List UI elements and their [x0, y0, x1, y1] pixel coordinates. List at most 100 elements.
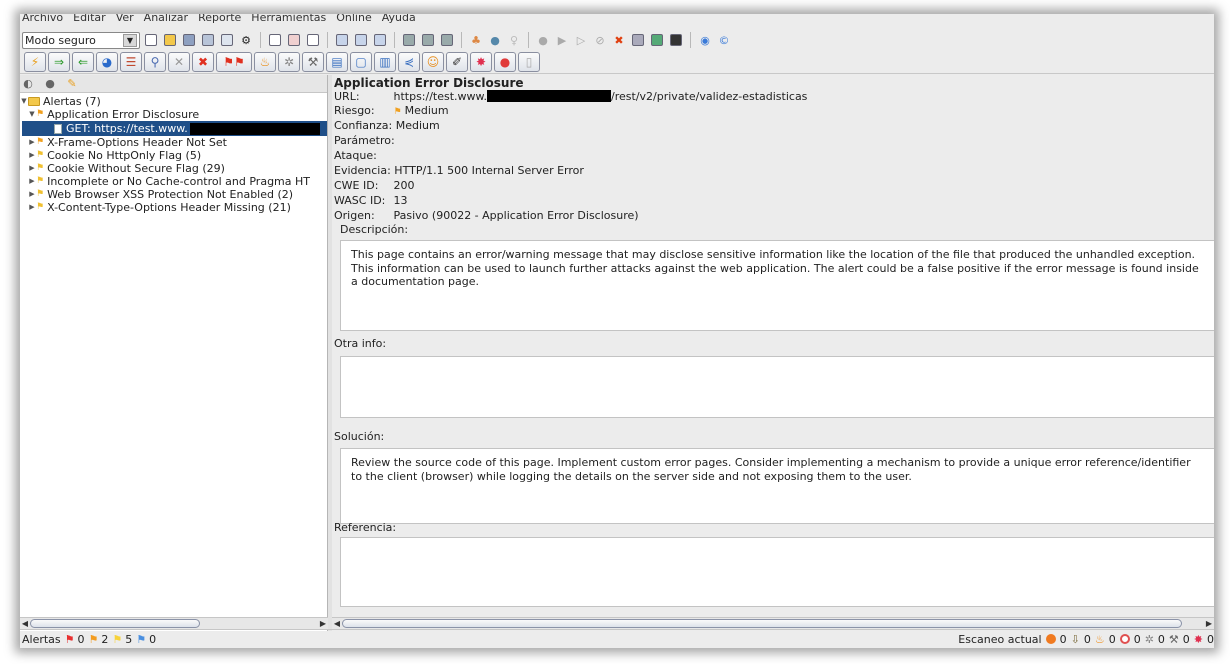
chevron-down-icon[interactable]: ▼ [123, 33, 137, 47]
url-label: URL: [334, 90, 360, 103]
new-session-icon[interactable] [143, 32, 159, 48]
right-horizontal-scrollbar[interactable]: ◀ ▶ [332, 617, 1214, 629]
step-icon[interactable]: ▶ [554, 32, 570, 48]
break-points-tab-icon[interactable]: ✕ [168, 51, 190, 72]
active-scan-tab-icon[interactable]: ♨ [254, 51, 276, 72]
low-alerts-count[interactable]: ⚑ 5 [112, 633, 132, 646]
menu-ayuda[interactable]: Ayuda [382, 14, 416, 23]
menu-ver[interactable]: Ver [116, 14, 134, 23]
collapsed-triangle-icon[interactable]: ▶ [28, 201, 36, 214]
scroll-thumb[interactable] [342, 619, 1182, 628]
session-properties-icon[interactable] [219, 32, 235, 48]
collapsed-triangle-icon[interactable]: ▶ [28, 149, 36, 162]
expand-icon[interactable] [267, 32, 283, 48]
snapshot-icon[interactable] [200, 32, 216, 48]
medium-alerts-count[interactable]: ⚑ 2 [89, 633, 109, 646]
response-tab-icon[interactable]: ⇐ [72, 51, 94, 72]
params-tab-icon[interactable]: ▢ [350, 51, 372, 72]
save-session-icon[interactable] [181, 32, 197, 48]
menu-online[interactable]: Online [336, 14, 371, 23]
tab-grid-icon[interactable] [420, 32, 436, 48]
alerts-tab-icon[interactable]: ⚑⚑ [216, 51, 252, 72]
drop-icon[interactable]: ⊘ [592, 32, 608, 48]
layout-split-icon[interactable] [334, 32, 350, 48]
manual-request-icon[interactable] [630, 32, 646, 48]
quick-start-tab-icon[interactable]: ⚡ [24, 51, 46, 72]
tab-grid-icon[interactable] [439, 32, 455, 48]
sites-tab-icon[interactable]: ◕ [96, 51, 118, 72]
collapsed-triangle-icon[interactable]: ▶ [28, 175, 36, 188]
tree-item-cache-control[interactable]: ▶ ⚑ Incomplete or No Cache-control and P… [20, 175, 327, 188]
spider-tab-icon[interactable]: ✲ [278, 51, 300, 72]
scroll-right-icon[interactable]: ▶ [318, 619, 328, 628]
high-alerts-count[interactable]: ⚑ 0 [65, 633, 85, 646]
descripcion-text-area[interactable]: This page contains an error/warning mess… [340, 240, 1214, 331]
ajax-spider-tab-icon[interactable]: ✸ [470, 51, 492, 72]
origen-value: Pasivo (90022 - Application Error Disclo… [393, 209, 639, 222]
left-horizontal-scrollbar[interactable]: ◀ ▶ [20, 617, 328, 629]
tree-item-cookie-secure[interactable]: ▶ ⚑ Cookie Without Secure Flag (29) [20, 162, 327, 175]
tab-grid-icon[interactable] [401, 32, 417, 48]
tree-item-x-frame-options[interactable]: ▶ ⚑ X-Frame-Options Header Not Set [20, 136, 327, 149]
bulb-icon[interactable]: ♀ [506, 32, 522, 48]
tree-item-cookie-httponly[interactable]: ▶ ⚑ Cookie No HttpOnly Flag (5) [20, 149, 327, 162]
menu-herramientas[interactable]: Herramientas [251, 14, 326, 23]
notes-tab-icon[interactable]: ▯ [518, 51, 540, 72]
scope-icon[interactable]: ♣ [468, 32, 484, 48]
detach-icon[interactable] [286, 32, 302, 48]
toggle-icon[interactable]: ◐ [20, 76, 36, 92]
console-icon[interactable] [668, 32, 684, 48]
delete-icon[interactable]: ✖ [611, 32, 627, 48]
alerts-x-tab-icon[interactable]: ✖ [192, 51, 214, 72]
mode-select[interactable]: Modo seguro ▼ [22, 31, 140, 49]
otra-info-text-area[interactable] [340, 356, 1214, 418]
continue-icon[interactable]: ▷ [573, 32, 589, 48]
options-gear-icon[interactable]: ⚙ [238, 32, 254, 48]
solucion-text-area[interactable]: Review the source code of this page. Imp… [340, 448, 1214, 524]
wasc-row: WASC ID: 13 [334, 194, 408, 207]
expanded-triangle-icon[interactable]: ▼ [28, 108, 36, 121]
tools-tab-icon[interactable]: ⚒ [302, 51, 324, 72]
menu-analizar[interactable]: Analizar [144, 14, 188, 23]
browser-icon[interactable]: © [716, 32, 732, 48]
menu-editar[interactable]: Editar [73, 14, 106, 23]
referencia-text-area[interactable] [340, 537, 1214, 607]
context-icon[interactable]: ● [487, 32, 503, 48]
scroll-left-icon[interactable]: ◀ [20, 619, 30, 628]
collapsed-triangle-icon[interactable]: ▶ [28, 188, 36, 201]
edit-pencil-icon[interactable]: ✎ [64, 76, 80, 92]
help-icon[interactable]: ◉ [697, 32, 713, 48]
output-tab-icon[interactable]: ▤ [326, 51, 348, 72]
layout-horizontal-icon[interactable] [353, 32, 369, 48]
tree-root-alerts[interactable]: ▼ Alertas (7) [20, 95, 327, 108]
break-icon[interactable]: ● [535, 32, 551, 48]
layout-vertical-icon[interactable] [372, 32, 388, 48]
tab-icon[interactable] [305, 32, 321, 48]
menu-archivo[interactable]: Archivo [22, 14, 63, 23]
fuzz-tab-icon[interactable]: ✐ [446, 51, 468, 72]
open-session-icon[interactable] [162, 32, 178, 48]
collapsed-triangle-icon[interactable]: ▶ [28, 162, 36, 175]
tree-item-application-error-disclosure[interactable]: ▼ ⚑ Application Error Disclosure [20, 108, 327, 121]
info-alerts-count[interactable]: ⚑ 0 [136, 633, 156, 646]
riesgo-value: Medium [404, 104, 449, 117]
fuzzer-icon[interactable] [649, 32, 665, 48]
tree-item-xss-protection[interactable]: ▶ ⚑ Web Browser XSS Protection Not Enabl… [20, 188, 327, 201]
filter-icon[interactable]: ● [42, 76, 58, 92]
websockets-tab-icon[interactable]: ⋞ [398, 51, 420, 72]
scroll-left-icon[interactable]: ◀ [332, 619, 342, 628]
history-tab-icon[interactable]: ☰ [120, 51, 142, 72]
record-tab-icon[interactable]: ● [494, 51, 516, 72]
menu-reporte[interactable]: Reporte [198, 14, 241, 23]
collapsed-triangle-icon[interactable]: ▶ [28, 136, 36, 149]
request-tab-icon[interactable]: ⇒ [48, 51, 70, 72]
scroll-right-icon[interactable]: ▶ [1204, 619, 1214, 628]
plugins-tab-icon[interactable]: ☺ [422, 51, 444, 72]
tree-item-get-request[interactable]: GET: https://test.www. [22, 121, 327, 136]
expanded-triangle-icon[interactable]: ▼ [20, 95, 28, 108]
scroll-thumb[interactable] [30, 619, 200, 628]
search-tab-icon[interactable]: ⚲ [144, 51, 166, 72]
script-tab-icon[interactable]: ▥ [374, 51, 396, 72]
tree-item-content-type-options[interactable]: ▶ ⚑ X-Content-Type-Options Header Missin… [20, 201, 327, 214]
wasc-label: WASC ID: [334, 194, 386, 207]
